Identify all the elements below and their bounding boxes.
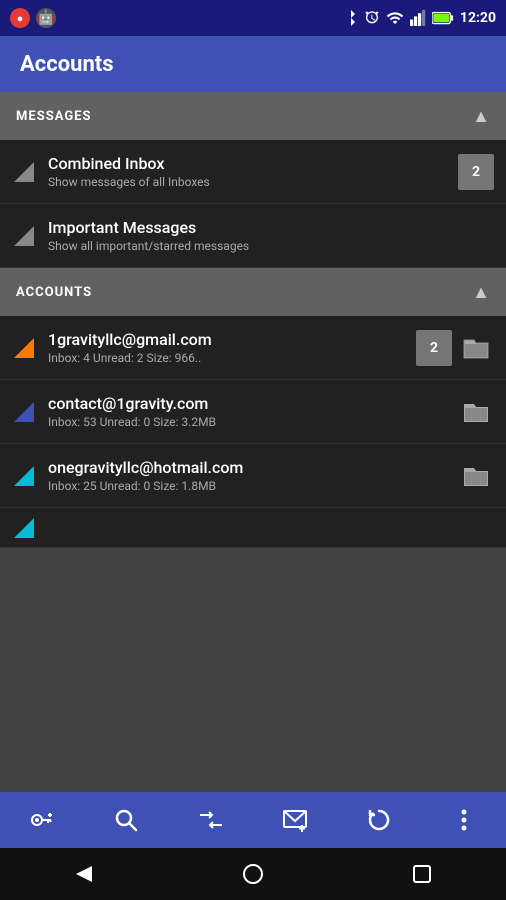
combined-inbox-text: Combined Inbox Show messages of all Inbo…	[48, 154, 450, 189]
signal-icon	[410, 10, 426, 26]
status-bar-left-icons: ● 🤖	[10, 8, 56, 28]
accounts-collapse-icon[interactable]: ▲	[472, 282, 490, 303]
app-header: Accounts	[0, 36, 506, 92]
important-messages-item[interactable]: Important Messages Show all important/st…	[0, 204, 506, 268]
messages-section-header[interactable]: MESSAGES ▲	[0, 92, 506, 140]
important-messages-subtitle: Show all important/starred messages	[48, 239, 494, 253]
important-messages-flag-icon	[12, 224, 36, 248]
account-contact-item[interactable]: contact@1gravity.com Inbox: 53 Unread: 0…	[0, 380, 506, 444]
home-button[interactable]	[229, 850, 277, 898]
bottom-toolbar	[0, 792, 506, 848]
notification-dot-icon: ●	[10, 8, 30, 28]
battery-icon	[432, 11, 454, 25]
page-title: Accounts	[20, 52, 114, 77]
account-gmail-text: 1gravityllc@gmail.com Inbox: 4 Unread: 2…	[48, 330, 408, 365]
android-nav-bar	[0, 848, 506, 900]
wifi-icon	[386, 10, 404, 26]
accounts-section-label: ACCOUNTS	[16, 285, 92, 300]
combined-inbox-title: Combined Inbox	[48, 154, 450, 173]
messages-collapse-icon[interactable]: ▲	[472, 106, 490, 127]
important-messages-text: Important Messages Show all important/st…	[48, 218, 494, 253]
partial-account-flag-icon	[12, 516, 36, 540]
account-contact-flag-icon	[12, 400, 36, 424]
account-gmail-badge: 2	[416, 330, 452, 366]
status-time: 12:20	[460, 10, 496, 26]
account-hotmail-folder-icon[interactable]	[458, 458, 494, 494]
bluetooth-icon	[344, 9, 358, 27]
status-bar-right-icons: 12:20	[344, 9, 496, 27]
messages-section-label: MESSAGES	[16, 109, 92, 124]
account-gmail-subtitle: Inbox: 4 Unread: 2 Size: 966..	[48, 351, 408, 365]
account-contact-subtitle: Inbox: 53 Unread: 0 Size: 3.2MB	[48, 415, 452, 429]
combined-inbox-flag-icon	[12, 160, 36, 184]
accounts-section-header[interactable]: ACCOUNTS ▲	[0, 268, 506, 316]
account-hotmail-title: onegravityllc@hotmail.com	[48, 458, 452, 477]
compose-button[interactable]	[271, 796, 319, 844]
refresh-button[interactable]	[355, 796, 403, 844]
more-button[interactable]	[440, 796, 488, 844]
account-gmail-folder-icon[interactable]	[458, 330, 494, 366]
account-contact-title: contact@1gravity.com	[48, 394, 452, 413]
combined-inbox-subtitle: Show messages of all Inboxes	[48, 175, 450, 189]
search-button[interactable]	[102, 796, 150, 844]
android-icon: 🤖	[36, 8, 56, 28]
account-hotmail-flag-icon	[12, 464, 36, 488]
partial-account-item[interactable]	[0, 508, 506, 548]
account-contact-text: contact@1gravity.com Inbox: 53 Unread: 0…	[48, 394, 452, 429]
back-button[interactable]	[60, 850, 108, 898]
main-content: MESSAGES ▲ Combined Inbox Show messages …	[0, 92, 506, 792]
sort-button[interactable]	[187, 796, 235, 844]
account-gmail-flag-icon	[12, 336, 36, 360]
account-contact-folder-icon[interactable]	[458, 394, 494, 430]
alarm-icon	[364, 10, 380, 26]
status-bar: ● 🤖 12:20	[0, 0, 506, 36]
account-gmail-title: 1gravityllc@gmail.com	[48, 330, 408, 349]
add-account-button[interactable]	[18, 796, 66, 844]
combined-inbox-item[interactable]: Combined Inbox Show messages of all Inbo…	[0, 140, 506, 204]
combined-inbox-badge: 2	[458, 154, 494, 190]
recent-button[interactable]	[398, 850, 446, 898]
account-hotmail-subtitle: Inbox: 25 Unread: 0 Size: 1.8MB	[48, 479, 452, 493]
account-hotmail-item[interactable]: onegravityllc@hotmail.com Inbox: 25 Unre…	[0, 444, 506, 508]
account-hotmail-text: onegravityllc@hotmail.com Inbox: 25 Unre…	[48, 458, 452, 493]
account-gmail-item[interactable]: 1gravityllc@gmail.com Inbox: 4 Unread: 2…	[0, 316, 506, 380]
important-messages-title: Important Messages	[48, 218, 494, 237]
